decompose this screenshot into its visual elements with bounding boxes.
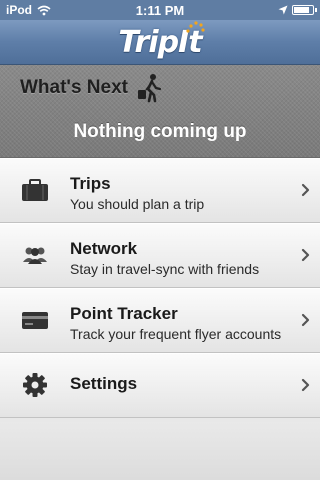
whats-next-panel[interactable]: What's Next Nothing coming up xyxy=(0,65,320,158)
menu-item-subtitle: You should plan a trip xyxy=(70,196,205,212)
people-icon xyxy=(23,247,47,264)
main-menu: Trips You should plan a trip Network Sta… xyxy=(0,158,320,418)
credit-card-icon xyxy=(22,312,48,329)
carrier-label: iPod xyxy=(6,3,32,17)
nav-bar: TripIt xyxy=(0,20,320,65)
empty-list-area xyxy=(0,422,320,480)
menu-item-subtitle: Track your frequent flyer accounts xyxy=(70,326,282,342)
location-arrow-icon xyxy=(278,5,288,15)
chevron-right-icon xyxy=(301,313,310,327)
logo-sparkle-icon xyxy=(186,20,205,33)
traveler-with-luggage-icon xyxy=(138,74,162,103)
briefcase-icon xyxy=(22,179,48,201)
menu-item-title: Trips xyxy=(70,174,111,193)
chevron-right-icon xyxy=(301,183,310,197)
chevron-right-icon xyxy=(301,248,310,262)
menu-item-settings[interactable]: Settings xyxy=(0,353,320,418)
menu-item-title: Settings xyxy=(70,374,138,393)
menu-item-title: Network xyxy=(70,239,138,258)
nothing-coming-up-message: Nothing coming up xyxy=(73,121,247,142)
status-bar: iPod 1:11 PM xyxy=(0,0,320,20)
menu-item-subtitle: Stay in travel-sync with friends xyxy=(70,261,260,277)
tripit-logo[interactable]: TripIt xyxy=(118,20,205,60)
menu-item-trips[interactable]: Trips You should plan a trip xyxy=(0,158,320,223)
status-time: 1:11 PM xyxy=(135,2,185,18)
battery-level xyxy=(294,7,309,13)
menu-item-network[interactable]: Network Stay in travel-sync with friends xyxy=(0,223,320,288)
gear-icon xyxy=(23,373,47,397)
status-bar-right xyxy=(204,5,317,15)
status-bar-left: iPod xyxy=(6,3,116,17)
whats-next-title: What's Next xyxy=(20,77,128,98)
menu-item-point-tracker[interactable]: Point Tracker Track your frequent flyer … xyxy=(0,288,320,353)
battery-icon xyxy=(292,5,317,15)
menu-item-title: Point Tracker xyxy=(70,304,178,323)
wifi-icon xyxy=(37,5,51,15)
chevron-right-icon xyxy=(301,378,310,392)
